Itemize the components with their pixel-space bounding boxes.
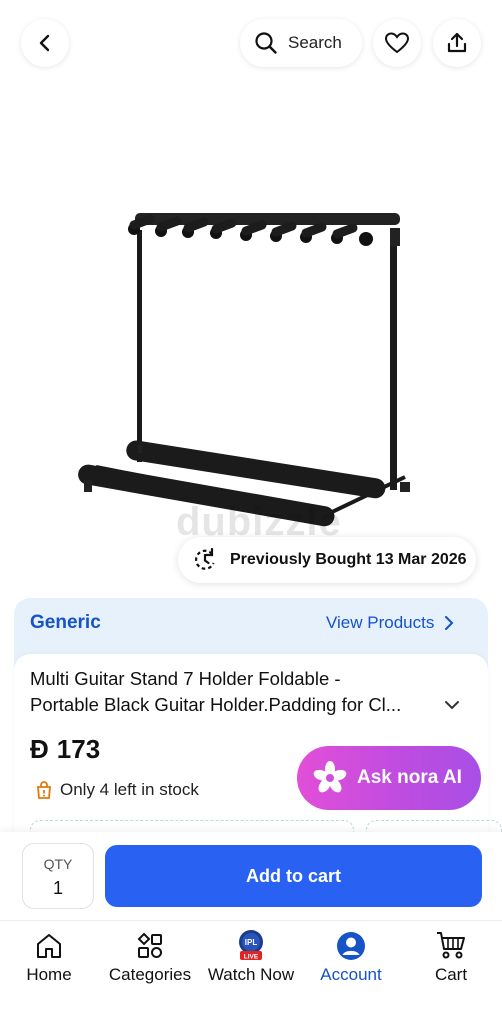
- tab-cart-label: Cart: [434, 965, 468, 984]
- categories-icon: [137, 932, 162, 958]
- live-badge-text: LIVE: [244, 954, 259, 961]
- product-price: Đ 173: [30, 734, 100, 765]
- search-icon: [255, 32, 277, 54]
- ask-nora-ai-button[interactable]: Ask nora AI: [297, 746, 481, 810]
- tab-categories-label: Categories: [108, 965, 192, 984]
- share-button[interactable]: [433, 19, 481, 67]
- back-button[interactable]: [21, 19, 69, 67]
- search-label: Search: [288, 33, 342, 52]
- price-value: 173: [56, 734, 101, 764]
- ipl-logo-text: IPL: [245, 938, 258, 947]
- tab-watch-now[interactable]: IPL LIVE Watch Now: [201, 927, 301, 985]
- product-title-line2: Portable Black Guitar Holder.Padding for…: [30, 694, 402, 715]
- stock-status: Only 4 left in stock: [36, 780, 199, 800]
- chevron-right-icon: [445, 616, 454, 630]
- account-icon: [337, 932, 365, 960]
- tab-home-label: Home: [26, 965, 72, 984]
- tab-account-label: Account: [320, 965, 382, 984]
- nora-flower-icon: [313, 761, 347, 793]
- qty-value: 1: [52, 878, 63, 898]
- cart-icon: [437, 932, 465, 959]
- product-title-line1: Multi Guitar Stand 7 Holder Foldable -: [30, 668, 341, 689]
- tab-categories[interactable]: Categories: [100, 927, 200, 985]
- tab-home[interactable]: Home: [0, 927, 99, 985]
- view-products-link[interactable]: View Products: [326, 613, 454, 633]
- view-products-label: View Products: [326, 613, 435, 632]
- tab-account[interactable]: Account: [301, 927, 401, 985]
- add-to-cart-label: Add to cart: [245, 865, 341, 886]
- add-to-cart-button[interactable]: Add to cart: [105, 845, 482, 907]
- expand-title-icon[interactable]: [444, 699, 460, 711]
- previously-bought-badge: Previously Bought 13 Mar 2026: [178, 537, 476, 583]
- qty-label: QTY: [43, 856, 73, 872]
- tab-watch-now-label: Watch Now: [207, 965, 295, 984]
- ask-nora-label: Ask nora AI: [357, 767, 462, 788]
- bag-warning-icon: [37, 781, 51, 799]
- ipl-live-icon: IPL LIVE: [239, 930, 263, 961]
- stock-text: Only 4 left in stock: [60, 780, 199, 799]
- reorder-history-icon: [195, 547, 215, 570]
- previously-bought-text: Previously Bought 13 Mar 2026: [230, 551, 467, 568]
- home-icon: [37, 934, 61, 958]
- chevron-left-icon: [39, 34, 50, 52]
- bottom-tab-bar: Home Categories IPL LIVE Watch Now Accou…: [0, 920, 502, 1024]
- wishlist-button[interactable]: [373, 19, 421, 67]
- share-icon: [447, 32, 467, 53]
- brand-name[interactable]: Generic: [30, 612, 101, 634]
- currency-symbol: Đ: [30, 734, 49, 764]
- search-button[interactable]: Search: [240, 19, 362, 67]
- heart-icon: [384, 32, 410, 54]
- tab-cart[interactable]: Cart: [401, 927, 501, 985]
- quantity-selector[interactable]: QTY 1: [22, 843, 94, 909]
